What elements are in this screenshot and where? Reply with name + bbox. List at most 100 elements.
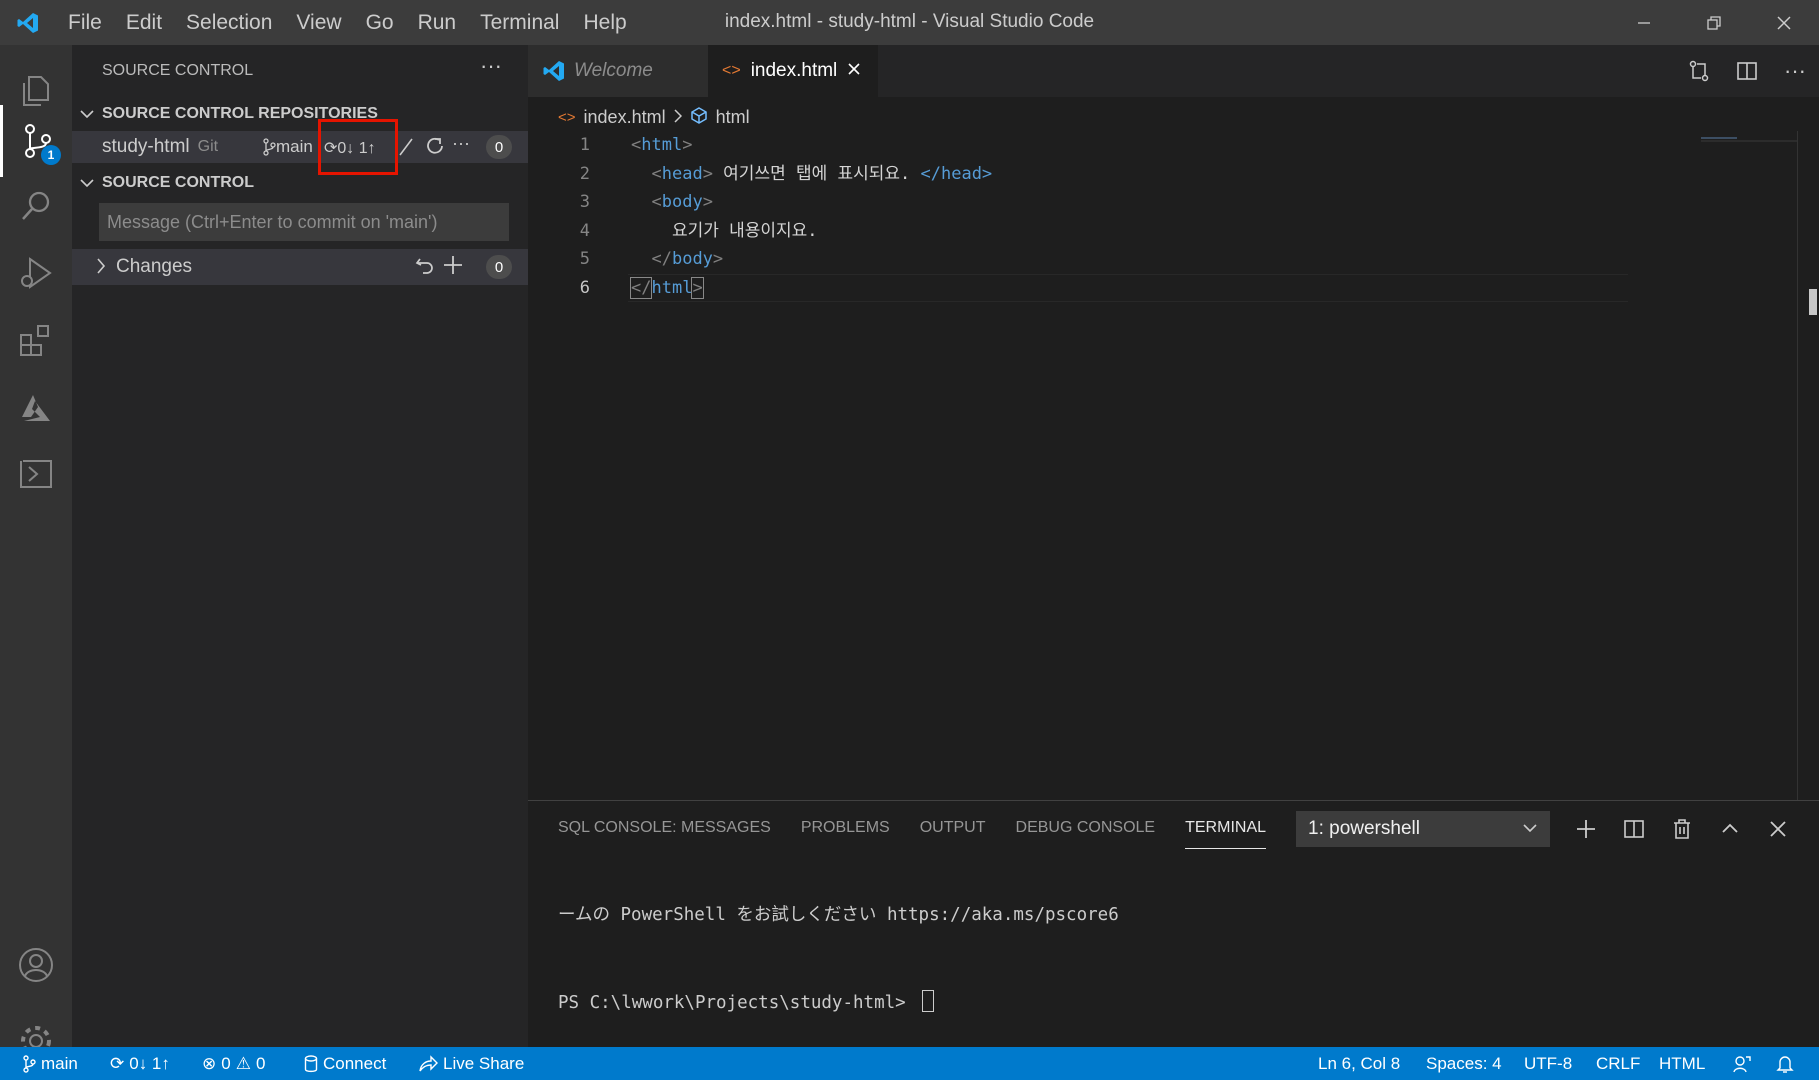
editor-area: Welcome <> index.html ··· <> index.html — [528, 45, 1819, 800]
split-editor-icon[interactable] — [1723, 60, 1771, 82]
commit-check-icon[interactable] — [398, 135, 414, 162]
tab-index-html[interactable]: <> index.html — [708, 45, 878, 97]
status-connect[interactable]: Connect — [304, 1047, 386, 1080]
tab-welcome-label: Welcome — [574, 60, 653, 81]
refresh-icon[interactable] — [424, 135, 446, 162]
repo-branch-label: main — [276, 137, 313, 156]
menu-file[interactable]: File — [56, 0, 114, 45]
chevron-right-icon — [96, 258, 106, 279]
tab-terminal[interactable]: TERMINAL — [1185, 815, 1267, 849]
status-branch-label: main — [41, 1053, 78, 1073]
status-sync[interactable]: ⟳ 0↓ 1↑ — [110, 1047, 170, 1080]
html-file-icon: <> — [558, 108, 576, 126]
status-branch[interactable]: main — [22, 1047, 78, 1080]
code-line: 3 <body> — [528, 188, 1758, 217]
search-icon[interactable] — [0, 170, 72, 242]
editor-tab-bar: Welcome <> index.html ··· — [528, 45, 1819, 97]
repository-row[interactable]: study-html Git main ⟳0↓ 1↑ ··· 0 — [72, 131, 528, 163]
editor-scrollbar[interactable] — [1797, 131, 1819, 800]
feedback-icon[interactable] — [1732, 1047, 1752, 1080]
changes-group-row[interactable]: Changes 0 — [72, 249, 528, 285]
stage-all-icon[interactable] — [442, 254, 464, 281]
activity-bar: 1 — [0, 45, 72, 1056]
close-window-button[interactable] — [1749, 0, 1819, 45]
split-terminal-icon[interactable] — [1616, 811, 1652, 847]
menu-edit[interactable]: Edit — [114, 0, 174, 45]
menu-terminal[interactable]: Terminal — [468, 0, 571, 45]
sync-icon: ⟳ — [110, 1053, 125, 1073]
menu-go[interactable]: Go — [354, 0, 406, 45]
line-number: 5 — [579, 249, 590, 269]
new-terminal-icon[interactable] — [1568, 811, 1604, 847]
commit-message-input[interactable]: Message (Ctrl+Enter to commit on 'main') — [99, 203, 509, 241]
line-number: 6 — [579, 277, 590, 298]
chevron-down-icon — [1522, 817, 1538, 845]
vscode-logo-icon — [0, 0, 56, 45]
panel-tab-bar: SQL CONSOLE: MESSAGES PROBLEMS OUTPUT DE… — [558, 815, 1296, 849]
terminal-select[interactable]: 1: powershell — [1296, 811, 1550, 847]
html-file-icon: <> — [722, 62, 741, 79]
close-panel-icon[interactable] — [1760, 811, 1796, 847]
maximize-panel-icon[interactable] — [1712, 811, 1748, 847]
status-live-share[interactable]: Live Share — [418, 1047, 524, 1080]
notifications-bell-icon[interactable] — [1776, 1047, 1794, 1080]
extensions-icon[interactable] — [0, 305, 72, 377]
changes-count-badge: 0 — [486, 255, 512, 279]
error-icon: ⊗ — [202, 1053, 217, 1073]
accounts-icon[interactable] — [0, 929, 72, 1001]
chevron-right-icon — [674, 107, 682, 128]
open-changes-icon[interactable] — [1675, 59, 1723, 83]
code-line: 2 <head> 여기쓰면 탭에 표시되요. </head> — [528, 160, 1758, 189]
terminal-output[interactable]: ームの PowerShell をお試しください https://aka.ms/p… — [558, 861, 1119, 1077]
line-number: 3 — [579, 192, 590, 212]
editor-more-icon[interactable]: ··· — [1771, 58, 1819, 84]
azure-icon[interactable] — [0, 372, 72, 444]
kill-terminal-trash-icon[interactable] — [1664, 811, 1700, 847]
bottom-panel: SQL CONSOLE: MESSAGES PROBLEMS OUTPUT DE… — [528, 800, 1819, 1047]
close-tab-icon[interactable] — [847, 60, 861, 82]
repo-branch[interactable]: main — [262, 137, 313, 157]
status-indentation[interactable]: Spaces: 4 — [1426, 1047, 1502, 1080]
source-control-section-label: SOURCE CONTROL — [102, 174, 254, 191]
repo-more-icon[interactable]: ··· — [452, 133, 470, 154]
minimap[interactable] — [1697, 131, 1797, 142]
status-language[interactable]: HTML — [1659, 1047, 1705, 1080]
line-number: 1 — [579, 135, 590, 155]
tab-output[interactable]: OUTPUT — [920, 815, 986, 849]
status-connect-label: Connect — [323, 1053, 387, 1073]
tab-debug-console[interactable]: DEBUG CONSOLE — [1016, 815, 1156, 849]
repo-kind: Git — [197, 138, 219, 155]
status-cursor-position[interactable]: Ln 6, Col 8 — [1318, 1047, 1400, 1080]
menu-selection[interactable]: Selection — [174, 0, 284, 45]
status-encoding[interactable]: UTF-8 — [1524, 1047, 1572, 1080]
repositories-section-header[interactable]: SOURCE CONTROL REPOSITORIES — [72, 99, 528, 129]
breadcrumb-symbol[interactable]: html — [716, 107, 750, 128]
breadcrumb-file[interactable]: index.html — [584, 107, 666, 128]
remote-terminal-icon[interactable] — [0, 438, 72, 510]
code-editor[interactable]: 1 <html> 2 <head> 여기쓰면 탭에 표시되요. </head> 3… — [528, 131, 1758, 302]
more-actions-icon[interactable]: ··· — [480, 53, 502, 79]
repo-count-badge: 0 — [486, 135, 512, 159]
tab-problems[interactable]: PROBLEMS — [801, 815, 890, 849]
minimize-button[interactable] — [1609, 0, 1679, 45]
menu-run[interactable]: Run — [406, 0, 469, 45]
tab-welcome[interactable]: Welcome — [528, 45, 708, 97]
status-eol[interactable]: CRLF — [1596, 1047, 1640, 1080]
source-control-sidebar: SOURCE CONTROL ··· SOURCE CONTROL REPOSI… — [72, 45, 528, 1047]
status-problems[interactable]: ⊗ 0 ⚠ 0 — [202, 1047, 265, 1080]
source-control-icon[interactable]: 1 — [0, 105, 72, 177]
tab-sql-console[interactable]: SQL CONSOLE: MESSAGES — [558, 815, 771, 849]
menu-help[interactable]: Help — [571, 0, 638, 45]
menu-view[interactable]: View — [284, 0, 353, 45]
line-number: 2 — [579, 163, 590, 184]
scrollbar-thumb[interactable] — [1809, 289, 1817, 315]
title-bar: File Edit Selection View Go Run Terminal… — [0, 0, 1819, 45]
editor-actions: ··· — [1675, 45, 1819, 97]
breadcrumb: <> index.html html — [558, 102, 750, 132]
discard-all-icon[interactable] — [414, 255, 436, 282]
code-line: 4 요기가 내용이지요. — [528, 217, 1758, 246]
run-debug-icon[interactable] — [0, 237, 72, 309]
source-control-section-header[interactable]: SOURCE CONTROL — [72, 168, 528, 198]
restore-button[interactable] — [1679, 0, 1749, 45]
changes-label: Changes — [116, 256, 193, 277]
